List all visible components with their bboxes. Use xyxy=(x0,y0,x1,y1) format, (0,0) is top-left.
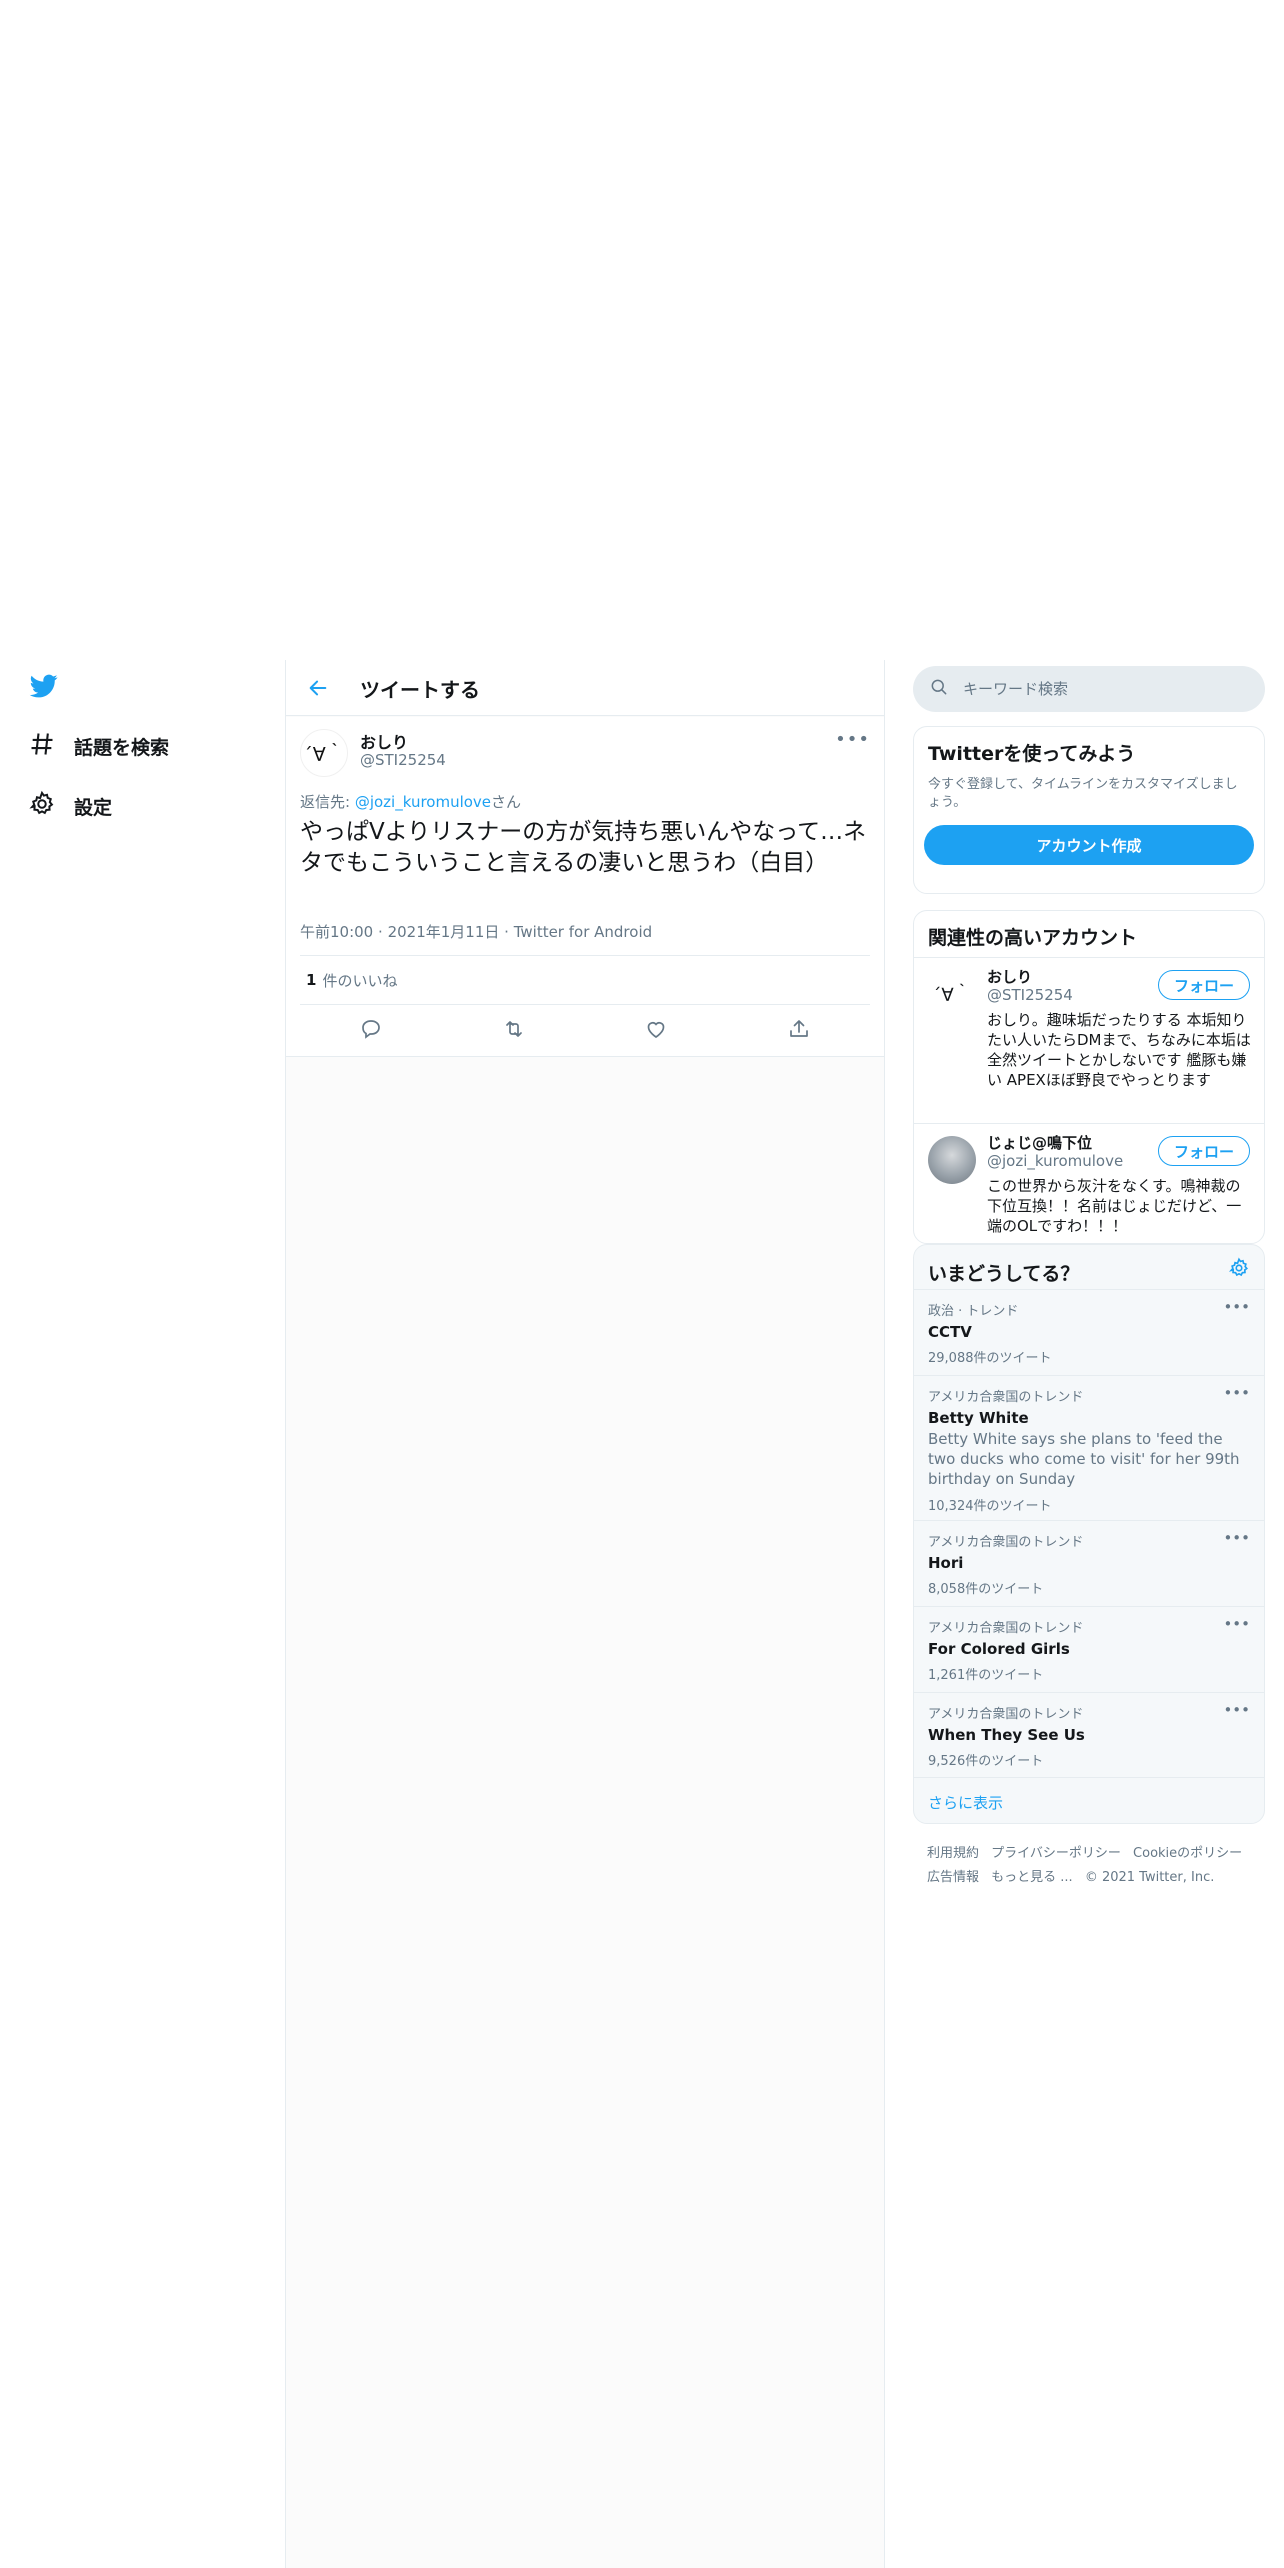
tweet-actions xyxy=(300,1007,870,1055)
trend-context: 政治 · トレンド xyxy=(928,1304,1019,1319)
trend-context: アメリカ合衆国のトレンド xyxy=(928,1535,1084,1550)
more-options-icon[interactable]: ••• xyxy=(1223,1701,1250,1719)
trend-context: アメリカ合衆国のトレンド xyxy=(928,1707,1084,1722)
gear-icon xyxy=(28,790,56,822)
trend-name: CCTV xyxy=(928,1323,972,1341)
account-item[interactable]: ´∀｀ おしり @STI25254 フォロー おしり。趣味垢だったりする 本垢知… xyxy=(914,957,1264,1123)
tweet-time[interactable]: 午前10:00 xyxy=(300,923,373,941)
account-handle[interactable]: @jozi_kuromulove xyxy=(987,1152,1123,1170)
trend-context: アメリカ合衆国のトレンド xyxy=(928,1621,1084,1636)
avatar[interactable] xyxy=(928,1136,976,1184)
account-bio: おしり。趣味垢だったりする 本垢知りたい人いたらDMまで、ちなみに本垢は全然ツイ… xyxy=(987,1011,1251,1089)
left-nav: 話題を検索 設定 xyxy=(0,660,285,2568)
nav-item-settings[interactable]: 設定 xyxy=(28,786,112,826)
trends-card: いまどうしてる？ 政治 · トレンド CCTV 29,088件のツイート •••… xyxy=(913,1244,1265,1824)
search-input[interactable] xyxy=(963,680,1223,698)
trend-name: Hori xyxy=(928,1554,964,1572)
share-icon[interactable] xyxy=(787,1017,811,1045)
dot-separator: · xyxy=(378,923,388,941)
nav-item-explore[interactable]: 話題を検索 xyxy=(28,726,169,766)
dot-separator: · xyxy=(504,923,514,941)
tweet-meta: 午前10:00 · 2021年1月11日 · Twitter for Andro… xyxy=(300,921,652,942)
page-header: ツイートする xyxy=(286,660,884,716)
tweet-author-handle[interactable]: @STI25254 xyxy=(360,751,446,769)
tweet-source[interactable]: Twitter for Android xyxy=(514,923,652,941)
tweet-detail: ´∀｀ おしり @STI25254 ••• 返信先: @jozi_kuromul… xyxy=(286,717,884,1057)
signup-subtitle: 今すぐ登録して、タイムラインをカスタマイズしましょう。 xyxy=(928,777,1238,810)
footer-link-privacy[interactable]: プライバシーポリシー xyxy=(991,1846,1121,1861)
trend-name: Betty White xyxy=(928,1409,1029,1427)
signup-card: Twitterを使ってみよう 今すぐ登録して、タイムラインをカスタマイズしましょ… xyxy=(913,726,1265,894)
follow-button[interactable]: フォロー xyxy=(1158,970,1250,1000)
avatar[interactable]: ´∀｀ xyxy=(300,729,348,777)
show-more-link[interactable]: さらに表示 xyxy=(914,1777,1264,1823)
main-column: ツイートする ´∀｀ おしり @STI25254 ••• 返信先: @jozi_… xyxy=(285,660,885,2568)
reply-to-link[interactable]: @jozi_kuromulove xyxy=(355,793,491,811)
account-name[interactable]: じょじ@鳴下位 xyxy=(987,1132,1092,1153)
hashtag-icon xyxy=(28,730,56,762)
more-options-icon[interactable]: ••• xyxy=(835,729,870,750)
likes-count: 1 xyxy=(306,971,317,989)
trend-item[interactable]: アメリカ合衆国のトレンド Hori 8,058件のツイート ••• xyxy=(914,1520,1264,1607)
tweet-author-name[interactable]: おしり xyxy=(360,729,408,753)
avatar[interactable]: ´∀｀ xyxy=(928,970,976,1018)
search-box[interactable] xyxy=(913,666,1265,712)
reply-suffix: さん xyxy=(491,793,522,811)
related-accounts-title: 関連性の高いアカウント xyxy=(928,927,1138,949)
reply-context: 返信先: @jozi_kuromuloveさん xyxy=(300,791,521,812)
trend-name: When They See Us xyxy=(928,1726,1085,1744)
settings-gear-icon[interactable] xyxy=(1228,1257,1250,1279)
trend-item[interactable]: アメリカ合衆国のトレンド When They See Us 9,526件のツイー… xyxy=(914,1692,1264,1779)
trend-context: アメリカ合衆国のトレンド xyxy=(928,1390,1084,1405)
trend-count: 8,058件のツイート xyxy=(928,1582,1044,1597)
trend-count: 10,324件のツイート xyxy=(928,1499,1052,1514)
reply-prefix: 返信先: xyxy=(300,793,355,811)
right-sidebar: Twitterを使ってみよう 今すぐ登録して、タイムラインをカスタマイズしましょ… xyxy=(913,660,1265,2568)
trend-name: For Colored Girls xyxy=(928,1640,1070,1658)
trend-item[interactable]: 政治 · トレンド CCTV 29,088件のツイート ••• xyxy=(914,1289,1264,1376)
nav-item-label: 設定 xyxy=(74,796,113,819)
trend-description: Betty White says she plans to 'feed the … xyxy=(928,1430,1240,1488)
trends-title: いまどうしてる？ xyxy=(928,1263,1080,1285)
twitter-logo-icon[interactable] xyxy=(28,672,62,702)
trend-count: 29,088件のツイート xyxy=(928,1351,1052,1366)
page-title: ツイートする xyxy=(360,678,480,702)
footer-link-cookies[interactable]: Cookieのポリシー xyxy=(1133,1846,1242,1861)
more-options-icon[interactable]: ••• xyxy=(1223,1384,1250,1402)
account-handle[interactable]: @STI25254 xyxy=(987,986,1073,1004)
likes-count-link[interactable]: 1 件のいいね xyxy=(300,955,870,1005)
trend-count: 1,261件のツイート xyxy=(928,1668,1044,1683)
back-arrow-icon[interactable] xyxy=(304,674,332,702)
account-bio: この世界から灰汁をなくす。鳴神裁の下位互換！！名前はじょじだけど、一端のOLです… xyxy=(987,1177,1242,1235)
tweet-text: やっぱVよりリスナーの方が気持ち悪いんやなって…ネタでもこういうこと言えるの凄い… xyxy=(300,819,867,876)
trend-count: 9,526件のツイート xyxy=(928,1754,1044,1769)
like-heart-icon[interactable] xyxy=(644,1017,668,1045)
more-options-icon[interactable]: ••• xyxy=(1223,1298,1250,1316)
related-accounts-card: 関連性の高いアカウント ´∀｀ おしり @STI25254 フォロー おしり。趣… xyxy=(913,910,1265,1244)
more-options-icon[interactable]: ••• xyxy=(1223,1529,1250,1547)
footer-link-terms[interactable]: 利用規約 xyxy=(927,1846,979,1861)
retweet-icon[interactable] xyxy=(502,1017,526,1045)
likes-label: 件のいいね xyxy=(322,971,398,990)
account-item[interactable]: じょじ@鳴下位 @jozi_kuromulove フォロー この世界から灰汁をな… xyxy=(914,1123,1264,1243)
search-icon xyxy=(929,677,949,701)
footer-links: 利用規約 プライバシーポリシー Cookieのポリシー 広告情報 もっと見る .… xyxy=(927,1842,1257,1890)
tweet-date[interactable]: 2021年1月11日 xyxy=(388,923,500,941)
copyright: © 2021 Twitter, Inc. xyxy=(1084,1870,1215,1885)
footer-link-ads[interactable]: 広告情報 xyxy=(927,1870,979,1885)
create-account-button[interactable]: アカウント作成 xyxy=(924,825,1254,865)
more-options-icon[interactable]: ••• xyxy=(1223,1615,1250,1633)
trend-item[interactable]: アメリカ合衆国のトレンド Betty White Betty White say… xyxy=(914,1375,1264,1524)
signup-title: Twitterを使ってみよう xyxy=(928,743,1136,765)
footer-link-more[interactable]: もっと見る ... xyxy=(991,1870,1073,1885)
nav-item-label: 話題を検索 xyxy=(74,736,170,759)
follow-button[interactable]: フォロー xyxy=(1158,1136,1250,1166)
trend-item[interactable]: アメリカ合衆国のトレンド For Colored Girls 1,261件のツイ… xyxy=(914,1606,1264,1693)
reply-icon[interactable] xyxy=(359,1017,383,1045)
account-name[interactable]: おしり xyxy=(987,966,1032,987)
